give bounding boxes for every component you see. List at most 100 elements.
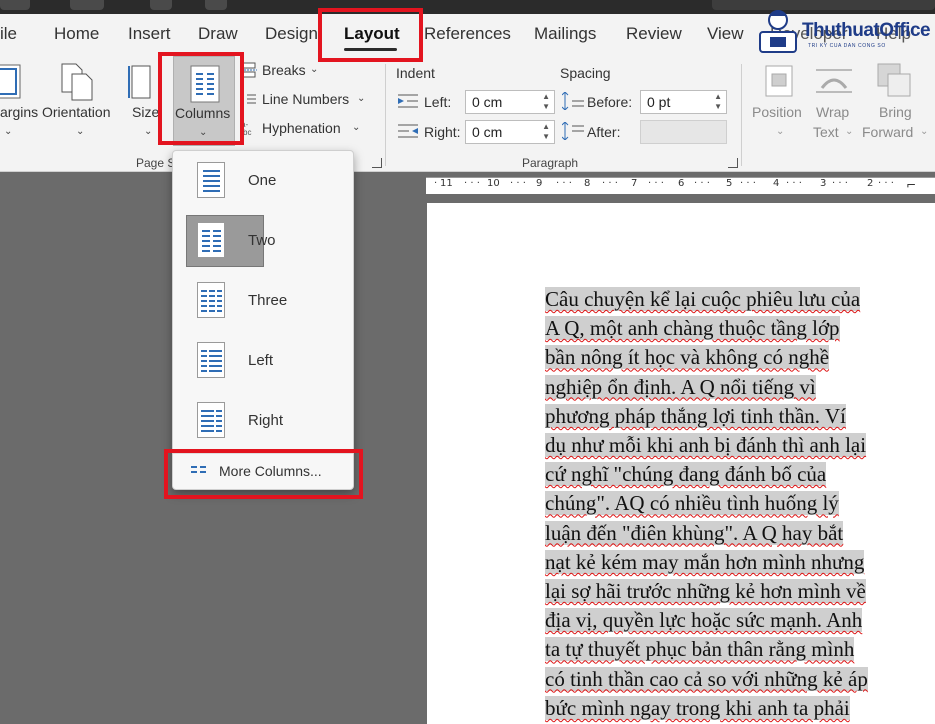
title-bar-control[interactable] [205, 0, 227, 10]
tab-design[interactable]: Design [265, 24, 318, 44]
chevron-down-icon: ⌄ [199, 127, 208, 138]
document-line: Câu chuyện kể lại cuộc phiêu lưu của [545, 287, 861, 311]
three-columns-icon [197, 282, 225, 318]
position-button[interactable]: Position [752, 104, 802, 120]
tab-home[interactable]: Home [54, 24, 99, 44]
indent-left-input[interactable]: 0 cm ▲ ▼ [465, 90, 555, 114]
indent-left-label: Left: [424, 94, 452, 110]
columns-dropdown-menu: One Two Three Left Right More Columns... [172, 150, 354, 490]
two-columns-icon [197, 222, 225, 258]
document-line: luận đến "điên khùng". A Q hay bắt [545, 520, 844, 545]
chevron-down-icon: ⌄ [357, 93, 366, 104]
bring-forward-label-1[interactable]: Bring [879, 104, 912, 120]
chevron-down-icon: ⌄ [4, 126, 13, 137]
margins-icon [0, 64, 21, 99]
document-line: có tinh thần cao cả so với những kẻ áp [545, 666, 868, 691]
spacing-before-icon [562, 92, 584, 110]
paragraph-launcher-icon[interactable] [728, 158, 738, 168]
columns-option-right[interactable]: Right [173, 391, 353, 451]
columns-option-two[interactable]: Two [173, 211, 353, 271]
line-numbers-button[interactable]: Line Numbers [262, 91, 349, 107]
bring-forward-icon [877, 63, 911, 97]
columns-option-three[interactable]: Three [173, 271, 353, 331]
thuthuatoffice-logo: ThuthuatOffice TRI KY CUA DAN CONG SO [750, 6, 935, 58]
indent-marker-icon[interactable]: ⌐ [906, 178, 916, 192]
chevron-down-icon: ⌄ [144, 126, 153, 137]
chevron-down-icon: ⌄ [352, 122, 361, 133]
document-line: A Q, một anh chàng thuộc tầng lớp [545, 316, 840, 341]
ruler-tick: 3 [820, 178, 827, 189]
columns-button[interactable]: Columns ⌄ [173, 56, 235, 146]
columns-icon [190, 65, 220, 103]
wrap-text-label-2[interactable]: Text [813, 124, 839, 140]
columns-label: Columns [175, 105, 231, 121]
title-bar-control[interactable] [0, 0, 30, 10]
spacing-before-label: Before: [587, 94, 633, 110]
ruler-tick: · · · [464, 178, 480, 189]
mascot-icon [759, 10, 797, 53]
size-button[interactable] [128, 62, 154, 102]
logo-brand: ThuthuatOffice [802, 20, 931, 41]
option-label: One [248, 172, 277, 189]
spinner-arrows-icon[interactable]: ▲ ▼ [542, 122, 550, 142]
document-line: ta tự thuyết phục bản thân rằng mình [545, 637, 855, 662]
title-bar-control[interactable] [150, 0, 172, 10]
tab-review[interactable]: Review [626, 24, 682, 44]
document-page[interactable]: Câu chuyện kể lại cuộc phiêu lưu của A Q… [427, 203, 935, 724]
ruler-tick: · · · [556, 178, 572, 189]
tab-references[interactable]: References [424, 24, 511, 44]
tab-mailings[interactable]: Mailings [534, 24, 596, 44]
ribbon: argins ⌄ Orientation ⌄ Size ⌄ Columns ⌄ … [0, 54, 935, 172]
breaks-button[interactable]: Breaks [262, 62, 306, 78]
spacing-before-input[interactable]: 0 pt ▲ ▼ [640, 90, 727, 114]
tab-insert[interactable]: Insert [128, 24, 171, 44]
page-setup-launcher-icon[interactable] [372, 158, 382, 168]
hyphenation-button[interactable]: Hyphenation [262, 120, 341, 136]
spacing-after-input[interactable] [640, 120, 727, 144]
spinner-arrows-icon[interactable]: ▲ ▼ [542, 92, 550, 112]
orientation-button[interactable] [58, 62, 98, 102]
spacing-after-label: After: [587, 124, 621, 140]
columns-option-left[interactable]: Left [173, 331, 353, 391]
breaks-icon [241, 62, 257, 78]
group-separator [385, 64, 386, 166]
hyphenation-icon: a- bc [241, 120, 251, 135]
ruler-tick: 11 [440, 178, 453, 189]
wrap-text-label-1[interactable]: Wrap [816, 104, 849, 120]
indent-right-input[interactable]: 0 cm ▲ ▼ [465, 120, 555, 144]
tab-layout[interactable]: Layout [344, 24, 400, 44]
document-line: phương pháp thắng lợi tinh thần. Ví [545, 403, 846, 428]
title-bar-control[interactable] [70, 0, 104, 10]
columns-option-one[interactable]: One [173, 151, 353, 211]
line-numbers-icon [241, 93, 256, 105]
bring-forward-label-2[interactable]: Forward [862, 124, 913, 140]
margins-label: argins [0, 104, 39, 120]
more-columns-item[interactable]: More Columns... [173, 453, 353, 487]
ruler-tick: · · · [832, 178, 848, 189]
left-columns-icon [197, 342, 225, 378]
chevron-down-icon: ⌄ [76, 126, 85, 137]
page-setup-group-label: Page S [136, 156, 176, 170]
spinner-arrows-icon[interactable]: ▲ ▼ [714, 92, 722, 112]
document-line: bức mình ngay trong khi anh ta phải [545, 695, 850, 720]
option-label: Right [248, 412, 284, 429]
ruler-tick: · · · [878, 178, 894, 189]
tab-file[interactable]: ile [0, 24, 17, 44]
ruler-tick: · · · [648, 178, 664, 189]
margins-button[interactable] [0, 64, 22, 100]
tab-view[interactable]: View [707, 24, 744, 44]
indent-right-label: Right: [424, 124, 461, 140]
document-line: cứ nghĩ "chúng đang đánh bố của [545, 462, 827, 487]
document-line: nghiệp ổn định. A Q nổi tiếng vì [545, 374, 816, 399]
tab-draw[interactable]: Draw [198, 24, 238, 44]
ruler-tick: 5 [726, 178, 733, 189]
document-text[interactable]: Câu chuyện kể lại cuộc phiêu lưu của A Q… [545, 285, 917, 723]
horizontal-ruler[interactable]: · 11 · · · 10 · · · 9 · · · 8 · · · 7 · … [426, 177, 935, 194]
ruler-tick: · · · [786, 178, 802, 189]
indent-left-icon [398, 94, 418, 108]
ruler-tick: · · · [694, 178, 710, 189]
chevron-down-icon: ⌄ [845, 126, 854, 137]
spacing-before-value: 0 pt [647, 94, 671, 110]
ruler-tick: · · · [602, 178, 618, 189]
option-label: Two [248, 232, 276, 249]
